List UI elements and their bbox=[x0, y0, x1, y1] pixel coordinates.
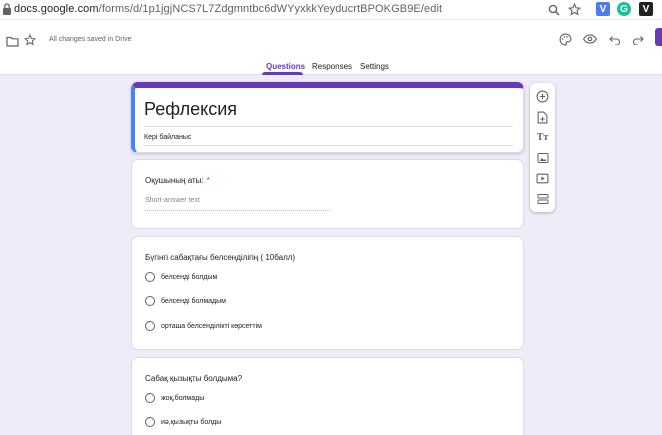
form-description[interactable]: Кері байланыс bbox=[144, 134, 191, 141]
palette-icon[interactable] bbox=[557, 31, 573, 47]
question-card[interactable]: Сабақ қызықты болдыма? жоқ,болмады иә,қы… bbox=[131, 357, 524, 435]
title-glyph: Tт bbox=[536, 132, 549, 143]
radio-option[interactable]: орташа белсенділікті көрсеттім bbox=[145, 320, 262, 332]
tab-responses[interactable]: Responses bbox=[312, 62, 352, 71]
tab-questions[interactable]: Questions bbox=[266, 62, 305, 71]
question-title[interactable]: Сабақ қызықты болдыма? bbox=[145, 374, 242, 383]
v-extension-icon[interactable]: V bbox=[596, 2, 610, 16]
grammarly-extension-icon[interactable]: G bbox=[617, 2, 631, 16]
option-label: иә,қызықты болды bbox=[161, 418, 222, 426]
tab-settings[interactable]: Settings bbox=[360, 62, 389, 71]
radio-button[interactable] bbox=[145, 393, 155, 403]
question-title[interactable]: Бүгінгі сабақтағы белсенділігің ( 10балл… bbox=[145, 253, 295, 262]
add-video-icon[interactable] bbox=[535, 171, 550, 186]
add-image-icon[interactable] bbox=[535, 150, 550, 165]
save-status: All changes saved in Drive bbox=[49, 36, 132, 43]
radio-button[interactable] bbox=[145, 272, 155, 282]
description-divider bbox=[144, 145, 513, 146]
radio-option[interactable]: белсенді болдым bbox=[145, 271, 217, 283]
preview-eye-icon[interactable] bbox=[582, 31, 598, 47]
radio-option[interactable]: иә,қызықты болды bbox=[145, 416, 221, 428]
radio-button[interactable] bbox=[145, 321, 155, 331]
star-icon[interactable] bbox=[22, 32, 38, 48]
form-title-card[interactable]: Рефлексия Кері байланыс bbox=[131, 82, 524, 153]
question-text: Оқушының аты: bbox=[145, 176, 204, 185]
radio-option[interactable]: белсенді болмадым bbox=[145, 295, 226, 307]
form-editor-canvas: Рефлексия Кері байланыс Оқушының аты: * S… bbox=[0, 75, 662, 435]
url-host: docs.google.com bbox=[14, 3, 99, 15]
question-toolbar: Tт bbox=[530, 83, 555, 212]
lock-icon bbox=[2, 2, 12, 16]
redo-icon[interactable] bbox=[630, 31, 646, 47]
browser-address-bar: docs.google.com/forms/d/1p1jgjNCS7L7Zdgm… bbox=[0, 0, 662, 20]
zoom-icon[interactable] bbox=[546, 2, 561, 17]
short-answer-field: Short-answer text bbox=[145, 197, 330, 211]
radio-option[interactable]: жоқ,болмады bbox=[145, 392, 204, 404]
question-card[interactable]: Оқушының аты: * Short-answer text bbox=[131, 159, 524, 229]
v-dark-extension-icon[interactable]: V bbox=[639, 2, 653, 16]
import-questions-icon[interactable] bbox=[535, 110, 550, 125]
add-section-icon[interactable] bbox=[535, 191, 550, 206]
address-url[interactable]: docs.google.com/forms/d/1p1jgjNCS7L7Zdgm… bbox=[14, 3, 442, 15]
form-title[interactable]: Рефлексия bbox=[144, 99, 237, 120]
undo-icon[interactable] bbox=[607, 31, 623, 47]
question-title[interactable]: Оқушының аты: * bbox=[145, 176, 210, 185]
add-question-icon[interactable] bbox=[535, 89, 550, 104]
forms-header: All changes saved in Drive Questions Res… bbox=[0, 20, 662, 75]
folder-icon[interactable] bbox=[4, 33, 20, 49]
radio-button[interactable] bbox=[145, 296, 155, 306]
title-divider bbox=[144, 126, 513, 127]
send-button[interactable] bbox=[655, 28, 662, 46]
radio-button[interactable] bbox=[145, 417, 155, 427]
option-label: жоқ,болмады bbox=[161, 394, 205, 402]
option-label: белсенді болмадым bbox=[161, 297, 226, 305]
question-card[interactable]: Бүгінгі сабақтағы белсенділігің ( 10балл… bbox=[131, 236, 524, 350]
option-label: орташа белсенділікті көрсеттім bbox=[161, 322, 262, 330]
bookmark-star-icon[interactable] bbox=[567, 2, 582, 17]
option-label: белсенді болдым bbox=[161, 273, 218, 281]
required-asterisk: * bbox=[206, 176, 210, 185]
url-path: /forms/d/1p1jgjNCS7L7Zdgmntbc6dWYyxkkYey… bbox=[98, 3, 443, 15]
add-title-icon[interactable]: Tт bbox=[535, 130, 550, 145]
